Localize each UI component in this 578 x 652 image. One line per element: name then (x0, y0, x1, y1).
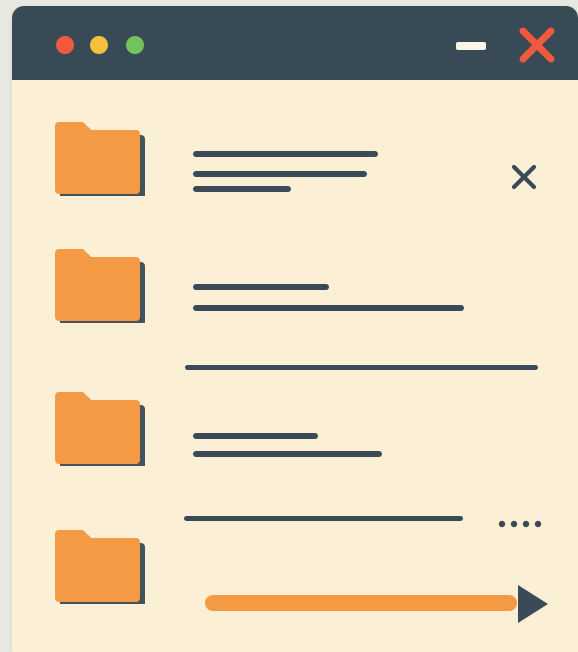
item-line (184, 516, 463, 521)
dismiss-item-button[interactable] (506, 159, 542, 195)
folder-icon[interactable] (50, 524, 148, 607)
play-button[interactable] (514, 581, 552, 627)
close-icon (511, 164, 537, 190)
folder-icon-graphic (55, 392, 145, 469)
item-line (193, 433, 318, 439)
folder-icon-graphic (55, 530, 145, 607)
folder-icon[interactable] (50, 386, 148, 469)
play-icon (518, 585, 548, 623)
close-button[interactable] (517, 25, 557, 65)
progress-bar (205, 595, 517, 611)
titlebar (12, 6, 578, 80)
maximize-traffic-light[interactable] (126, 36, 144, 54)
item-line (193, 284, 329, 290)
minimize-button[interactable] (454, 34, 488, 58)
folder-icon[interactable] (50, 243, 148, 326)
folder-icon-graphic (55, 122, 145, 199)
more-icon (498, 520, 542, 528)
item-line (193, 451, 382, 457)
close-icon (519, 27, 555, 63)
item-line (193, 186, 291, 192)
minimize-traffic-light[interactable] (90, 36, 108, 54)
folder-icon[interactable] (50, 116, 148, 199)
item-line (193, 305, 464, 311)
item-line (193, 151, 378, 157)
close-traffic-light[interactable] (56, 36, 74, 54)
folder-icon-graphic (55, 249, 145, 326)
section-divider (185, 365, 538, 370)
app-window (12, 6, 578, 652)
more-options-button[interactable] (496, 517, 552, 529)
minimize-icon (456, 42, 486, 50)
item-line (193, 171, 367, 177)
